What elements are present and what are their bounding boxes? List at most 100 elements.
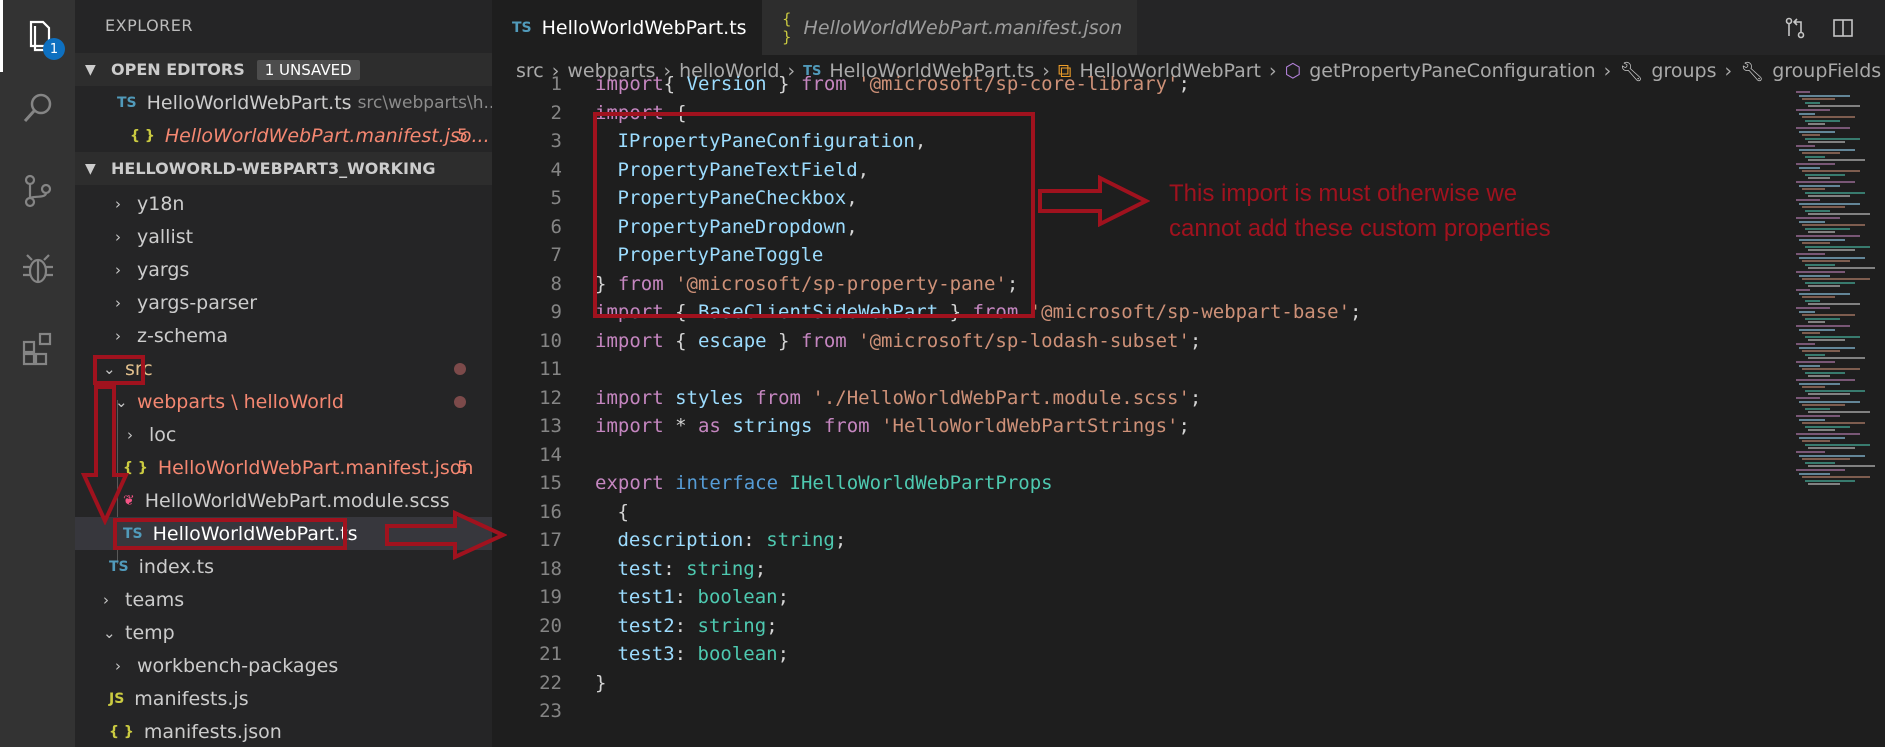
minimap-line [1808,141,1845,144]
minimap-line [1796,271,1845,273]
split-editor-icon[interactable] [1831,16,1855,40]
line-number: 6 [550,215,562,238]
minimap-line [1799,220,1825,223]
minimap-line [1799,328,1835,331]
extensions-activity-button[interactable] [0,312,75,384]
minimap-line [1805,101,1820,104]
line-number: 7 [550,244,562,266]
minimap-line [1808,447,1855,450]
line-number: 4 [550,158,562,181]
minimap-line [1808,213,1870,216]
tree-item-workbench-packages[interactable]: › workbench-packages [75,649,492,682]
tree-item-y18n[interactable]: › y18n [75,187,492,220]
minimap-line [1796,289,1810,291]
typescript-file-icon: TS [109,558,129,575]
minimap-line [1799,112,1815,115]
line-number: 12 [539,386,562,409]
code-line: test: string; [617,557,767,580]
tree-item-manifests-js[interactable]: JS manifests.js [75,682,492,715]
search-activity-button[interactable] [0,72,75,144]
chevron-right-icon: › [115,326,121,345]
debug-activity-button[interactable] [0,233,75,305]
code-line: { [606,500,629,523]
minimap-line [1808,393,1850,396]
open-editor-item[interactable]: { } HelloWorldWebPart.manifest.jso... 5 [75,119,492,152]
tree-item-z-schema[interactable]: › z-schema [75,319,492,352]
breadcrumb-item[interactable]: groups [1651,60,1716,82]
minimap-line [1802,296,1835,299]
json-file-icon: { } [130,127,155,144]
minimap-line [1802,440,1830,443]
line-number: 14 [539,443,562,466]
minimap[interactable] [1792,87,1885,747]
chevron-right-icon: › [115,194,121,213]
tab-manifest-json[interactable]: { } HelloWorldWebPart.manifest.json [762,0,1137,55]
breadcrumb-item[interactable]: groupFields [1772,60,1881,82]
minimap-line [1796,343,1815,345]
tree-item-label: index.ts [138,555,215,578]
source-control-icon [24,174,51,208]
minimap-line [1808,303,1860,306]
minimap-line [1805,443,1870,446]
minimap-line [1808,123,1825,126]
minimap-line [1802,116,1855,119]
line-number: 18 [539,557,562,580]
source-control-activity-button[interactable] [0,155,75,227]
chevron-down-icon: ⌄ [103,623,116,642]
typescript-file-icon: TS [512,19,532,36]
tree-item-manifests-json[interactable]: { } manifests.json [75,715,492,747]
minimap-line [1799,346,1855,349]
minimap-line [1808,321,1825,324]
tab-label: HelloWorldWebPart.ts [541,16,747,39]
minimap-line [1799,202,1860,205]
minimap-line [1796,181,1855,183]
tree-item-yallist[interactable]: › yallist [75,220,492,253]
minimap-line [1796,145,1815,147]
minimap-line [1799,274,1830,277]
open-editor-item[interactable]: TS HelloWorldWebPart.ts src\webparts\h..… [75,86,492,119]
breadcrumb-item[interactable]: getPropertyPaneConfiguration [1309,60,1595,82]
folder-header[interactable]: ▼ HELLOWORLD-WEBPART3_WORKING [75,152,492,185]
open-changes-icon[interactable] [1783,16,1807,40]
minimap-line [1799,238,1845,241]
line-number: 21 [539,643,562,665]
minimap-line [1802,134,1820,137]
minimap-line [1802,404,1845,407]
chevron-down-icon: ▼ [85,61,96,78]
minimap-line [1802,260,1850,263]
minimap-line [1802,278,1870,281]
wrench-icon: 🔧︎ [1740,60,1765,83]
minimap-line [1796,199,1820,201]
minimap-line [1808,357,1865,360]
minimap-line [1802,206,1845,209]
minimap-line [1799,418,1825,421]
explorer-activity-button[interactable]: 1 [0,0,75,72]
tree-item-temp[interactable]: ⌄ temp [75,616,492,649]
minimap-line [1802,368,1860,371]
tree-item-webparts-helloworld[interactable]: ⌄ webparts \ helloWorld [75,385,492,418]
annotation-box-src [93,355,145,385]
modified-dot-icon [454,362,466,375]
bug-icon [22,254,53,284]
modified-dot-icon [454,395,466,408]
minimap-line [1796,235,1860,237]
tree-item-yargs[interactable]: › yargs [75,253,492,286]
tree-item-teams[interactable]: › teams [75,583,492,616]
json-file-icon: { } [109,723,134,740]
minimap-line [1799,310,1815,313]
minimap-line [1799,400,1860,403]
tree-item-manifest-json[interactable]: { } HelloWorldWebPart.manifest.json 5 [75,451,492,484]
tab-helloworld-webpart-ts[interactable]: TS HelloWorldWebPart.ts [492,0,762,55]
minimap-line [1796,379,1855,381]
annotation-box-imports [593,112,1035,318]
minimap-line [1799,382,1840,385]
minimap-line [1805,227,1850,230]
code-line: test2: string; [617,614,778,637]
breadcrumb-separator: › [1724,60,1733,82]
tree-item-loc[interactable]: › loc [75,418,492,451]
minimap-line [1808,483,1840,486]
tree-item-label: loc [149,423,177,446]
tree-item-yargs-parser[interactable]: › yargs-parser [75,286,492,319]
minimap-line [1796,361,1835,363]
open-editors-header[interactable]: ▼ OPEN EDITORS 1 UNSAVED [75,53,492,86]
